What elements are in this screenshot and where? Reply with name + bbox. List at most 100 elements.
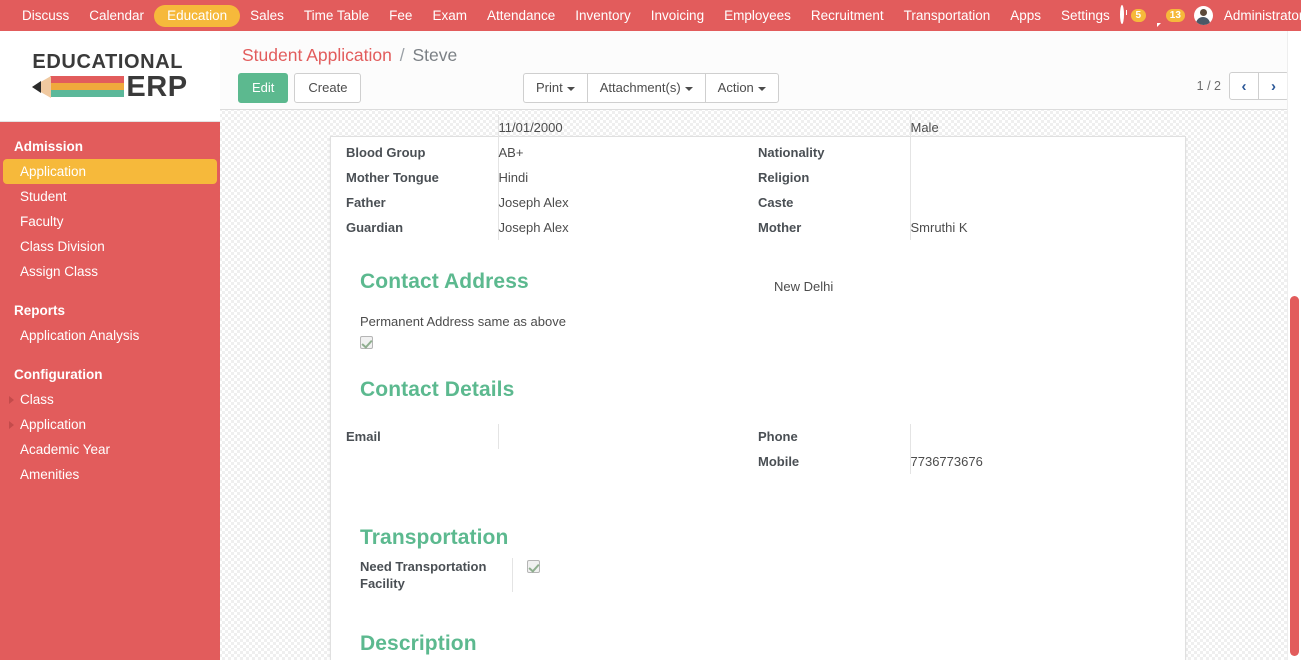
action-dropdown[interactable]: Action <box>704 73 779 103</box>
sidebar-section-reports: Reports <box>14 303 66 318</box>
field-value-father[interactable]: Joseph Alex <box>497 190 758 215</box>
field-value-blood-group[interactable]: AB+ <box>497 140 758 165</box>
activity-menu[interactable]: 5 <box>1119 5 1146 24</box>
chevron-down-icon <box>566 86 575 91</box>
field-row: Caste <box>758 190 1170 215</box>
field-label-father: Father <box>346 195 386 210</box>
field-label-religion: Religion <box>758 170 810 185</box>
sidebar-item-class[interactable]: Class <box>0 387 220 412</box>
chevron-down-icon <box>757 86 766 91</box>
nav-item-exam[interactable]: Exam <box>422 5 477 27</box>
field-label-clipped <box>346 115 498 140</box>
field-row: Blood Group AB+ <box>346 140 758 165</box>
sidebar-section-configuration: Configuration <box>14 367 103 382</box>
nav-item-transportation[interactable]: Transportation <box>894 5 1001 27</box>
breadcrumb-separator: / <box>399 45 405 65</box>
need-transportation-checkbox[interactable] <box>527 560 540 574</box>
sidebar-menu: Admission Application Student Faculty Class … <box>0 122 220 487</box>
breadcrumb-root[interactable]: Student Application <box>242 45 392 65</box>
breadcrumb: Student Application / Steve <box>220 31 1301 66</box>
activity-badge-count: 5 <box>1130 9 1146 22</box>
address-city-value[interactable]: New Delhi <box>774 270 1170 295</box>
field-value-religion[interactable] <box>909 165 1170 190</box>
field-value-email[interactable] <box>497 424 758 449</box>
field-label-guardian: Guardian <box>346 220 404 235</box>
sidebar-item-faculty[interactable]: Faculty <box>0 209 220 234</box>
attachments-label: Attachment(s) <box>599 80 681 95</box>
transportation-heading: Transportation <box>360 526 509 549</box>
nav-item-apps[interactable]: Apps <box>1000 5 1051 27</box>
edit-button[interactable]: Edit <box>238 73 289 103</box>
transportation-row: Need Transportation Facility <box>346 558 1170 592</box>
contact-details-right-column: Phone Mobile 7736773676 <box>758 424 1170 474</box>
nav-item-sales[interactable]: Sales <box>240 5 294 27</box>
logo-line-educational: EDUCATIONAL <box>32 50 184 73</box>
primary-button-row: Edit Create <box>238 73 362 103</box>
field-label-mother: Mother <box>758 220 802 235</box>
field-label-email: Email <box>346 429 381 444</box>
breadcrumb-current: Steve <box>412 45 458 65</box>
nav-item-invoicing[interactable]: Invoicing <box>641 5 714 27</box>
field-value-gender[interactable]: Male <box>909 115 1170 140</box>
contact-details-group: Email Phone Mobile 7736773676 <box>346 424 1170 474</box>
nav-item-fee[interactable]: Fee <box>379 5 422 27</box>
sidebar-item-assign-class[interactable]: Assign Class <box>0 259 220 284</box>
pencil-icon <box>32 74 125 100</box>
sidebar-item-student[interactable]: Student <box>0 184 220 209</box>
action-label: Action <box>717 80 754 95</box>
page-scrollbar-thumb[interactable] <box>1290 296 1299 656</box>
field-value-mother-tongue[interactable]: Hindi <box>497 165 758 190</box>
nav-item-education[interactable]: Education <box>154 4 241 27</box>
field-value-phone[interactable] <box>909 424 1170 449</box>
attachments-dropdown[interactable]: Attachment(s) <box>586 73 705 103</box>
field-value-nationality[interactable] <box>909 140 1170 165</box>
user-menu-label[interactable]: Administrator <box>1222 8 1301 23</box>
app-logo: EDUCATIONAL ERP <box>0 31 220 122</box>
field-row: Guardian Joseph Alex <box>346 215 758 240</box>
create-button[interactable]: Create <box>294 73 362 103</box>
field-value-date-of-birth[interactable]: 11/01/2000 <box>497 115 758 140</box>
control-panel: Student Application / Steve Edit Create … <box>220 31 1301 110</box>
nav-item-employees[interactable]: Employees <box>714 5 801 27</box>
sidebar-item-application[interactable]: Application <box>0 412 220 437</box>
sidebar-item-application[interactable]: Application <box>3 159 217 184</box>
sidebar: EDUCATIONAL ERP Admission Application Stud… <box>0 31 220 660</box>
sidebar-item-academic-year[interactable]: Academic Year <box>0 437 220 462</box>
field-row: Nationality <box>758 140 1170 165</box>
pager-next-button[interactable]: › <box>1259 72 1289 100</box>
nav-item-attendance[interactable]: Attendance <box>477 5 565 27</box>
nav-item-inventory[interactable]: Inventory <box>565 5 641 27</box>
pager-previous-button[interactable]: ‹ <box>1229 72 1259 100</box>
field-value-mobile[interactable]: 7736773676 <box>909 449 1170 474</box>
sidebar-item-amenities[interactable]: Amenities <box>0 462 220 487</box>
nav-item-calendar[interactable]: Calendar <box>79 5 154 27</box>
nav-item-discuss[interactable]: Discuss <box>12 5 79 27</box>
field-label-blood-group: Blood Group <box>346 145 426 160</box>
permanent-address-label: Permanent Address same as above <box>360 314 566 329</box>
logo-line-erp: ERP <box>126 70 188 103</box>
page-scrollbar-track[interactable] <box>1287 31 1301 660</box>
nav-item-recruitment[interactable]: Recruitment <box>801 5 894 27</box>
field-value-caste[interactable] <box>909 190 1170 215</box>
field-value-guardian[interactable]: Joseph Alex <box>497 215 758 240</box>
sidebar-item-class-division[interactable]: Class Division <box>0 234 220 259</box>
field-label-phone: Phone <box>758 429 798 444</box>
description-heading: Description <box>360 632 477 655</box>
print-label: Print <box>536 80 563 95</box>
nav-item-time-table[interactable]: Time Table <box>294 5 379 27</box>
sidebar-section-gap <box>0 348 220 362</box>
nav-item-settings[interactable]: Settings <box>1051 5 1120 27</box>
field-row: Phone <box>758 424 1170 449</box>
record-pager: 1 / 2 ‹ › <box>1197 72 1289 100</box>
field-row: Mobile 7736773676 <box>758 449 1170 474</box>
chevron-down-icon <box>684 86 693 91</box>
contact-address-heading: Contact Address <box>360 270 529 293</box>
field-row: Mother Smruthi K <box>758 215 1170 240</box>
top-navbar: Discuss Calendar Education Sales Time Table F… <box>0 0 1301 31</box>
field-value-mother[interactable]: Smruthi K <box>909 215 1170 240</box>
messages-menu[interactable]: 13 <box>1155 7 1185 24</box>
sidebar-item-application-analysis[interactable]: Application Analysis <box>0 323 220 348</box>
personal-info-group: 11/01/2000 Blood Group AB+ Mother Tongue Hi… <box>346 115 1170 240</box>
print-dropdown[interactable]: Print <box>523 73 587 103</box>
permanent-address-checkbox[interactable] <box>360 336 373 350</box>
